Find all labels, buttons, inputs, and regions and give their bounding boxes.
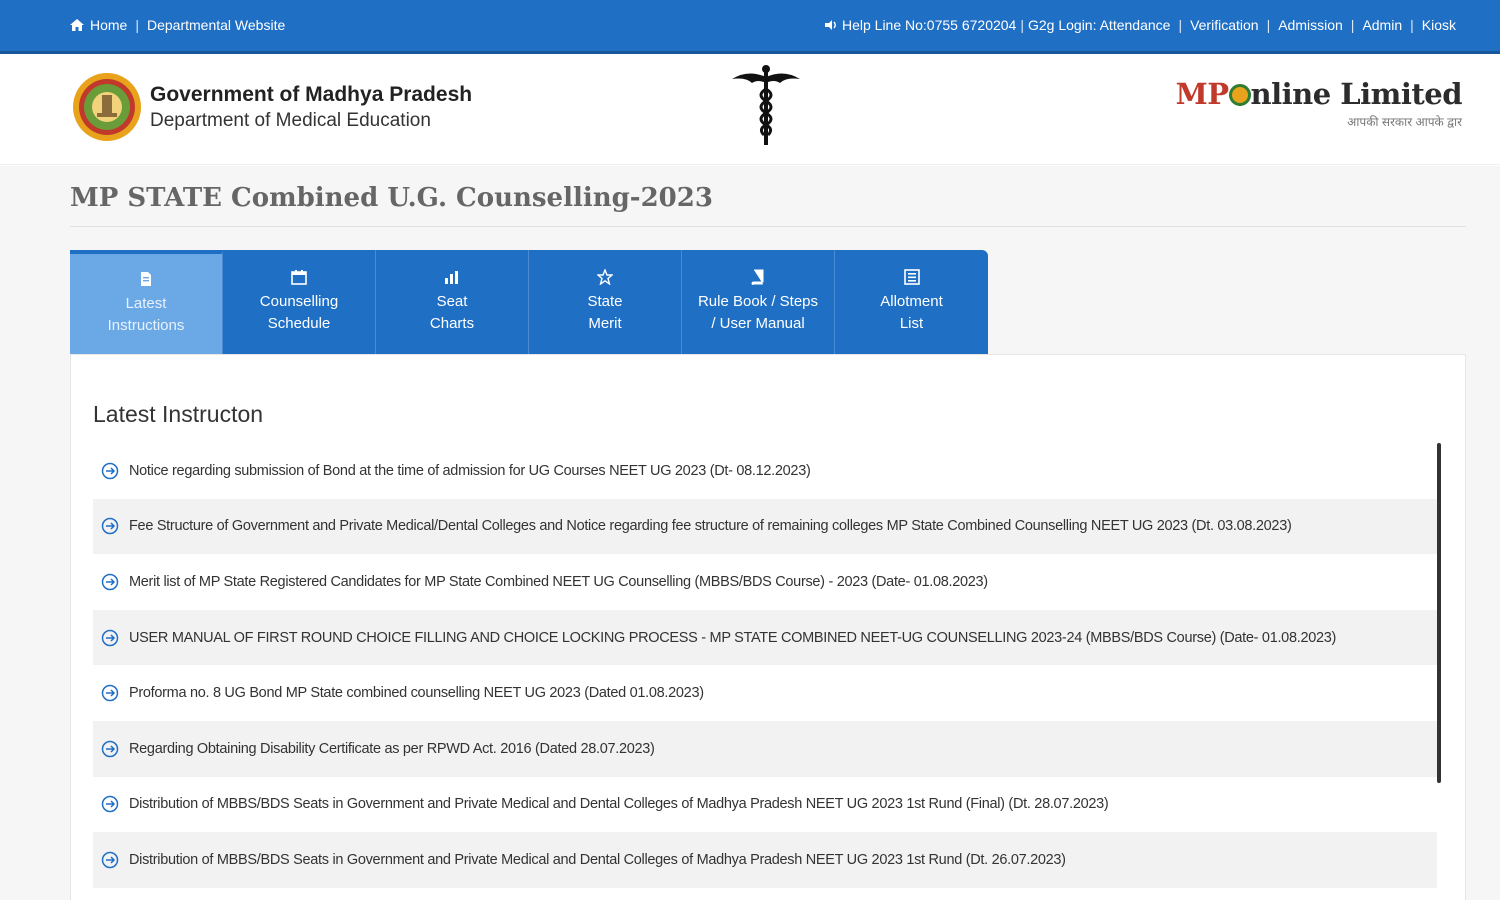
mponline-logo: MP nline Limited आपकी सरकार आपके द्वार [1175, 77, 1463, 130]
list-item-link[interactable]: Fee Structure of Government and Private … [129, 518, 1292, 534]
separator: | [1178, 17, 1183, 33]
tab-allotment-list[interactable]: Allotment List [835, 250, 988, 354]
tab-bar: Latest Instructions Counselling Schedule… [70, 250, 988, 354]
list-item-link[interactable]: USER MANUAL OF FIRST ROUND CHOICE FILLIN… [129, 630, 1336, 646]
circle-arrow-icon [101, 518, 119, 535]
tab-rule-book[interactable]: Rule Book / Steps / User Manual [682, 250, 835, 354]
separator: | [1410, 17, 1414, 33]
book-icon [751, 269, 764, 285]
brand-tagline: आपकी सरकार आपके द्वार [1347, 115, 1462, 129]
document-icon [141, 272, 151, 286]
list-item-link[interactable]: Regarding Obtaining Disability Certifica… [129, 741, 655, 757]
separator: | [1350, 17, 1355, 33]
tab-label-line1: Allotment [880, 293, 943, 310]
home-link[interactable]: Home [90, 17, 127, 33]
caduceus-icon [732, 65, 800, 145]
tab-label-line1: Seat [436, 293, 468, 310]
circle-arrow-icon [101, 573, 119, 591]
tab-label-line2: Instructions [107, 317, 185, 334]
tab-label-line1: Latest [125, 295, 167, 312]
top-nav-right: Help Line No:0755 6720204 | G2g Login: A… [824, 17, 1456, 33]
tab-label-line1: State [587, 293, 623, 310]
home-icon [70, 19, 84, 31]
tab-label-line2: List [899, 315, 924, 332]
list-item[interactable]: Distribution of MBBS/BDS Seats in Govern… [93, 777, 1437, 833]
mp-government-emblem-icon [73, 73, 141, 141]
list-item[interactable]: Distribution of MBBS/BDS Seats in Govern… [93, 832, 1437, 888]
top-nav-left: Home | Departmental Website [70, 17, 285, 33]
tab-label-line2: Merit [588, 315, 622, 332]
circle-arrow-icon [101, 796, 119, 813]
admin-link[interactable]: Admin [1362, 17, 1402, 33]
department-subtitle: Department of Medical Education [150, 110, 431, 131]
helpline-text: Help Line No:0755 6720204 [841, 17, 1017, 33]
list-item-link[interactable]: Distribution of MBBS/BDS Seats in Govern… [129, 796, 1109, 812]
list-icon [903, 269, 920, 285]
list-item[interactable]: Proforma no. 8 UG Bond MP State combined… [93, 665, 1437, 721]
departmental-website-link[interactable]: Departmental Website [147, 17, 285, 33]
tab-label-line2: Charts [429, 315, 475, 332]
circle-arrow-icon [101, 462, 119, 480]
tab-label-line2: Schedule [267, 315, 331, 332]
separator: | [1020, 17, 1024, 33]
circle-arrow-icon [101, 684, 119, 702]
title-divider [70, 226, 1466, 227]
tab-counselling-schedule[interactable]: Counselling Schedule [223, 250, 376, 354]
tab-latest-instructions[interactable]: Latest Instructions [70, 250, 223, 354]
verification-link[interactable]: Verification [1190, 17, 1258, 33]
circle-arrow-icon [101, 740, 119, 758]
tab-seat-charts[interactable]: Seat Charts [376, 250, 529, 354]
admission-link[interactable]: Admission [1278, 17, 1343, 33]
circle-arrow-icon [101, 629, 119, 646]
tab-label-line2: / User Manual [711, 315, 805, 332]
phone-icon [824, 20, 836, 30]
list-item-link[interactable]: Distribution of MBBS/BDS Seats in Govern… [129, 852, 1066, 868]
list-item[interactable]: USER MANUAL OF FIRST ROUND CHOICE FILLIN… [93, 609, 1437, 666]
kiosk-link[interactable]: Kiosk [1422, 17, 1456, 33]
list-item[interactable]: Fee Structure of Government and Private … [93, 498, 1437, 555]
tab-label-line1: Rule Book / Steps [697, 293, 819, 310]
separator: | [1266, 17, 1271, 33]
list-item[interactable]: Regarding Obtaining Disability Certifica… [93, 720, 1437, 777]
star-icon [597, 269, 613, 285]
brand-mp: MP [1175, 77, 1229, 111]
list-item-link[interactable]: Notice regarding submission of Bond at t… [129, 463, 811, 479]
list-item-link[interactable]: Proforma no. 8 UG Bond MP State combined… [129, 685, 704, 701]
instructions-panel: Latest Instructon Notice regarding submi… [70, 354, 1466, 900]
tab-label-line1: Counselling [259, 293, 339, 310]
tab-state-merit[interactable]: State Merit [529, 250, 682, 354]
list-item[interactable]: Merit list of MP State Registered Candid… [93, 554, 1437, 610]
page-title: MP STATE Combined U.G. Counselling-2023 [70, 183, 713, 213]
panel-heading: Latest Instructon [93, 401, 264, 427]
g2g-login-link[interactable]: G2g Login: Attendance [1028, 17, 1170, 33]
circle-arrow-icon [101, 851, 119, 869]
top-nav-bar: Home | Departmental Website Help Line No… [0, 0, 1500, 54]
calendar-icon [291, 270, 307, 285]
globe-icon [1228, 84, 1251, 106]
instructions-list: Notice regarding submission of Bond at t… [93, 443, 1437, 888]
gov-title: Government of Madhya Pradesh [150, 83, 473, 106]
brand-rest: nline Limited [1250, 77, 1463, 111]
chart-icon [445, 271, 458, 284]
separator: | [135, 17, 139, 33]
list-item-link[interactable]: Merit list of MP State Registered Candid… [129, 574, 988, 590]
list-item[interactable]: Notice regarding submission of Bond at t… [93, 443, 1437, 499]
list-scrollbar[interactable] [1437, 443, 1441, 783]
site-header: Government of Madhya Pradesh Department … [0, 57, 1500, 165]
